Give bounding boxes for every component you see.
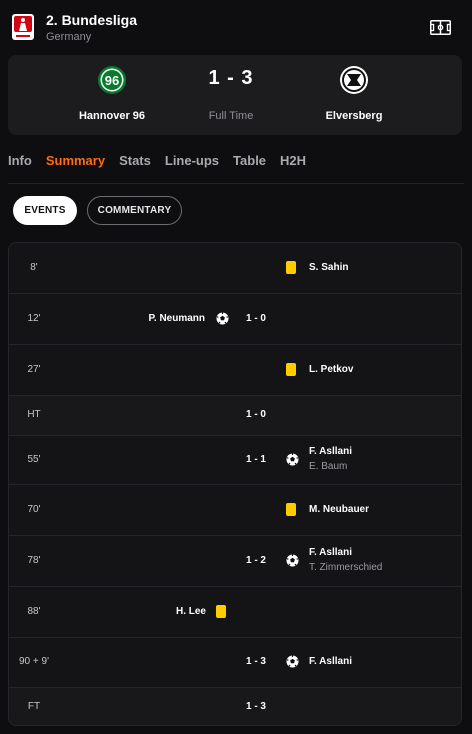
away-team-name[interactable]: Elversberg [302,110,406,122]
event-minute: 8' [30,262,38,273]
event-assist[interactable]: T. Zimmerschied [309,562,382,573]
events-list: 8' S. Sahin 12' P. Neumann 1 - 0 27' L. … [8,242,462,726]
event-assist[interactable]: E. Baum [309,461,347,472]
soccer-ball-icon [286,453,299,466]
soccer-ball-icon [216,312,229,325]
league-country: Germany [46,31,92,43]
event-minute: 90 + 9' [19,656,49,667]
league-header: 2. Bundesliga Germany [0,0,472,52]
event-score: 1 - 1 [245,454,266,465]
soccer-ball-icon [286,554,299,567]
yellow-card-icon [286,261,296,274]
event-player[interactable]: F. Asllani [309,446,352,457]
event-row-halftime: HT 1 - 0 [9,396,461,436]
event-minute: 55' [27,454,41,465]
svg-text:96: 96 [105,73,119,88]
yellow-card-icon [286,503,296,516]
event-minute: 78' [27,555,41,566]
event-score: 1 - 2 [245,555,266,566]
event-player[interactable]: P. Neumann [149,313,206,324]
event-player[interactable]: F. Asllani [309,547,352,558]
match-status: Full Time [208,110,254,122]
score-card: 96 Hannover 96 1 - 3 Full Time Elversber… [8,55,462,135]
soccer-ball-icon [286,655,299,668]
yellow-card-icon [286,363,296,376]
tab-info[interactable]: Info [8,153,32,173]
yellow-card-icon [216,605,226,618]
event-minute: 12' [27,313,41,324]
event-row: 70' M. Neubauer [9,485,461,536]
home-team-name[interactable]: Hannover 96 [60,110,164,122]
event-score: 1 - 0 [245,409,266,420]
event-player[interactable]: M. Neubauer [309,504,369,515]
events-toggle-button[interactable]: EVENTS [13,196,77,225]
event-player[interactable]: S. Sahin [309,262,348,273]
bundesliga-logo-icon [12,14,34,40]
commentary-toggle-button[interactable]: COMMENTARY [87,196,182,225]
event-row: 78' 1 - 2 F. Asllani T. Zimmerschied [9,536,461,587]
event-player[interactable]: L. Petkov [309,364,353,375]
event-score: 1 - 3 [245,701,266,712]
event-row: 12' P. Neumann 1 - 0 [9,294,461,345]
tab-line-ups[interactable]: Line-ups [165,153,219,173]
event-minute: 88' [27,606,41,617]
event-row-fulltime: FT 1 - 3 [9,688,461,725]
event-player[interactable]: H. Lee [176,606,206,617]
tab-stats[interactable]: Stats [119,153,151,173]
match-tabs: Info Summary Stats Line-ups Table H2H [8,153,306,173]
event-minute: FT [27,701,41,712]
event-row: 88' H. Lee [9,587,461,638]
event-minute: 27' [27,364,41,375]
tab-table[interactable]: Table [233,153,266,173]
tab-h2h[interactable]: H2H [280,153,306,173]
event-score: 1 - 0 [245,313,266,324]
match-score: 1 - 3 [208,67,254,89]
tabs-divider [8,183,464,184]
event-minute: HT [27,409,41,420]
event-row: 27' L. Petkov [9,345,461,396]
event-score: 1 - 3 [245,656,266,667]
event-player[interactable]: F. Asllani [309,656,352,667]
event-row: 55' 1 - 1 F. Asllani E. Baum [9,436,461,485]
event-row: 8' S. Sahin [9,243,461,294]
elversberg-logo-icon[interactable] [339,65,369,95]
pitch-icon[interactable] [430,20,451,35]
hannover-96-logo-icon[interactable]: 96 [97,65,127,95]
tab-summary[interactable]: Summary [46,153,105,173]
event-minute: 70' [27,504,41,515]
event-row: 90 + 9' 1 - 3 F. Asllani [9,638,461,688]
league-name[interactable]: 2. Bundesliga [46,12,137,28]
